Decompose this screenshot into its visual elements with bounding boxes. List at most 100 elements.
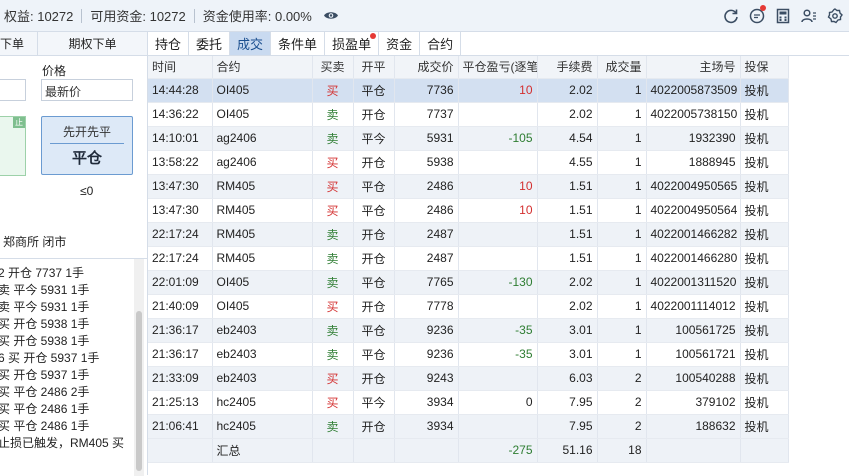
column-header[interactable]: 平仓盈亏(逐笔 <box>458 56 538 79</box>
cell-pnl <box>458 414 538 439</box>
table-row[interactable]: 21:25:13 hc2405 买平今 3934 0 7.95 2 379102 投机 <box>148 390 789 415</box>
trades-table: 时间 合约 买卖 开平 成交价 平仓盈亏(逐笔 手续费 成交量 主场号 投保 14:44:28 OI… <box>148 56 789 463</box>
cell-id: 100540288 <box>646 366 741 391</box>
tab-2[interactable]: 成交 <box>230 32 272 55</box>
cell-fee: 4.54 <box>537 126 598 151</box>
tab-5[interactable]: 资金 <box>379 32 421 55</box>
divider <box>50 143 124 144</box>
column-header[interactable]: 开平 <box>353 56 395 79</box>
cell-hedge: 投机 <box>740 78 789 103</box>
column-header[interactable]: 投保 <box>740 56 789 79</box>
close-mode-label: 先开先平 <box>62 125 111 139</box>
column-header[interactable]: 成交价 <box>394 56 459 79</box>
cell-time: 21:25:13 <box>148 390 213 415</box>
cell-oc: 开仓 <box>353 294 395 319</box>
tab-option-order[interactable]: 期权下单 <box>38 32 147 55</box>
cell-fee: 1.51 <box>537 222 598 247</box>
cell-fee: 7.95 <box>537 390 598 415</box>
cell-pnl <box>458 294 538 319</box>
message-icon[interactable] <box>747 5 767 26</box>
cell-oc: 平仓 <box>353 342 395 367</box>
cell-qty: 1 <box>597 246 647 271</box>
table-row[interactable]: 13:47:30 RM405 买平仓 2486 10 1.51 1 4022004950564… <box>148 198 789 223</box>
cell-oc: 平今 <box>353 390 395 415</box>
summary-fee: 51.16 <box>537 438 598 463</box>
table-row[interactable]: 22:17:24 RM405 卖开仓 2487 1.51 1 4022001466280 投机 <box>148 246 789 271</box>
tab-3[interactable]: 条件单 <box>271 32 326 55</box>
cell-side: 买 <box>312 366 354 391</box>
open-order-button[interactable]: 止 <box>0 116 26 176</box>
table-row[interactable]: 21:36:17 eb2403 卖平仓 9236 -35 3.01 1 100561721 投机 <box>148 342 789 367</box>
cell-hedge: 投机 <box>740 270 789 295</box>
cell-contract: RM405 <box>212 198 313 223</box>
records-tabs: 持仓 委托 成交 条件单 损盈单 资金 合约 <box>148 32 849 56</box>
log-scrollbar[interactable] <box>134 259 144 476</box>
cell-hedge: 投机 <box>740 222 789 247</box>
cell-contract: OI405 <box>212 78 313 103</box>
cell-hedge: 投机 <box>740 342 789 367</box>
tab-4[interactable]: 损盈单 <box>325 32 380 55</box>
tab-order[interactable]: 下单 <box>0 32 38 55</box>
price-input[interactable]: 最新价 <box>41 79 133 101</box>
cell-side: 卖 <box>312 414 354 439</box>
eye-icon[interactable] <box>322 10 340 22</box>
user-settings-icon[interactable] <box>799 6 819 26</box>
table-row[interactable]: 22:17:24 RM405 卖开仓 2487 1.51 1 4022001466282 投机 <box>148 222 789 247</box>
table-row[interactable]: 21:40:09 OI405 买开仓 7778 2.02 1 4022001114012 投机 <box>148 294 789 319</box>
cell-pnl <box>458 102 538 127</box>
column-header[interactable]: 成交量 <box>597 56 647 79</box>
close-position-button[interactable]: 先开先平 平仓 <box>41 116 133 175</box>
table-row[interactable]: 14:10:01 ag2406 卖平今 5931 -105 4.54 1 1932390 投机 <box>148 126 789 151</box>
table-row[interactable]: 14:36:22 OI405 卖开仓 7737 2.02 1 4022005738150 投机 <box>148 102 789 127</box>
cell-oc: 平仓 <box>353 174 395 199</box>
tab-0[interactable]: 持仓 <box>148 32 190 55</box>
cell-price: 9243 <box>394 366 459 391</box>
cell-contract: RM405 <box>212 174 313 199</box>
cell-side: 卖 <box>312 342 354 367</box>
column-header[interactable]: 合约 <box>212 56 313 79</box>
table-row[interactable]: 21:06:41 hc2405 卖开仓 3934 7.95 2 188632 投机 <box>148 414 789 439</box>
cell-contract: eb2403 <box>212 342 313 367</box>
cell-contract: hc2405 <box>212 390 313 415</box>
available-funds-text: 可用资金: 10272 <box>90 9 186 24</box>
cell-hedge: 投机 <box>740 246 789 271</box>
cell-oc: 开仓 <box>353 102 395 127</box>
table-row[interactable]: 21:33:09 eb2403 买开仓 9243 6.03 2 100540288 投机 <box>148 366 789 391</box>
summary-row: 汇总 -275 51.16 18 <box>148 438 789 463</box>
cell-side: 买 <box>312 294 354 319</box>
quantity-input[interactable] <box>0 79 26 101</box>
column-header[interactable]: 手续费 <box>537 56 598 79</box>
table-row[interactable]: 13:58:22 ag2406 买开仓 5938 4.55 1 1888945 投机 <box>148 150 789 175</box>
log-line: 买 平仓 2486 1手 <box>0 402 90 416</box>
cell-hedge: 投机 <box>740 366 789 391</box>
table-row[interactable]: 13:47:30 RM405 买平仓 2486 10 1.51 1 4022004950565… <box>148 174 789 199</box>
column-header[interactable]: 主场号 <box>646 56 741 79</box>
tab-6[interactable]: 合约 <box>420 32 462 55</box>
cell-id: 1888945 <box>646 150 741 175</box>
scrollbar-thumb[interactable] <box>136 311 142 471</box>
cell-price: 7778 <box>394 294 459 319</box>
cell-price: 7736 <box>394 78 459 103</box>
table-row[interactable]: 21:36:17 eb2403 卖平仓 9236 -35 3.01 1 100561725 投机 <box>148 318 789 343</box>
cell-time: 13:47:30 <box>148 198 213 223</box>
cell-hedge: 投机 <box>740 294 789 319</box>
column-header[interactable]: 买卖 <box>312 56 354 79</box>
cell-contract: hc2405 <box>212 414 313 439</box>
cell-fee: 3.01 <box>537 318 598 343</box>
log-line: 2 开仓 7737 1手 <box>0 266 85 280</box>
cell-id: 4022001114012 <box>646 294 741 319</box>
calculator-icon[interactable] <box>773 6 793 26</box>
gear-icon[interactable] <box>825 6 845 26</box>
table-row[interactable]: 14:44:28 OI405 买平仓 7736 10 2.02 1 4022005873509… <box>148 78 789 103</box>
cell-id: 4022004950564 <box>646 198 741 223</box>
exchange-status: 郑商所 闭市 <box>3 235 67 249</box>
table-row[interactable]: 22:01:09 OI405 卖平仓 7765 -130 2.02 1 40220013115… <box>148 270 789 295</box>
refresh-icon[interactable] <box>721 6 741 26</box>
cell-contract: ag2406 <box>212 126 313 151</box>
cell-hedge: 投机 <box>740 150 789 175</box>
log-line: 买 平仓 2486 2手 <box>0 385 90 399</box>
cell-qty: 2 <box>597 390 647 415</box>
cell-price: 3934 <box>394 390 459 415</box>
column-header[interactable]: 时间 <box>148 56 213 79</box>
tab-1[interactable]: 委托 <box>189 32 231 55</box>
